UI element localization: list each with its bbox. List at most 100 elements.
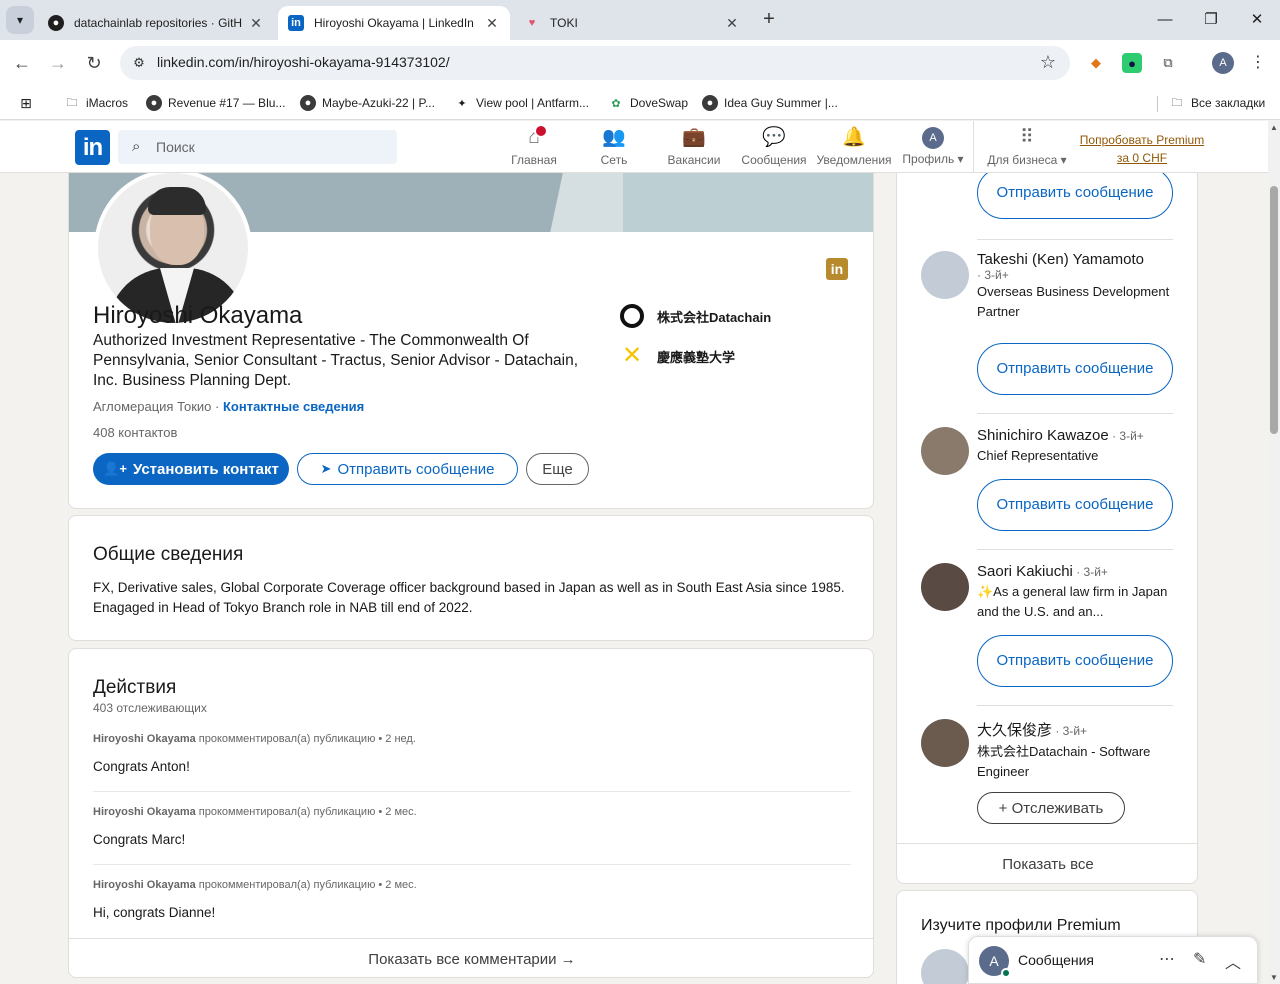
window-close-button[interactable]: ✕ [1245, 8, 1269, 32]
activity-item[interactable]: Hiroyoshi Okayama прокомментировал(а) пу… [93, 879, 851, 920]
messaging-title[interactable]: Сообщения [1018, 952, 1094, 968]
bookmark-azuki[interactable]: ● Maybe-Azuki-22 | P... [300, 93, 435, 113]
activity-meta: Hiroyoshi Okayama прокомментировал(а) пу… [93, 806, 851, 818]
nav-home[interactable]: ⌂ Главная [509, 124, 559, 170]
scroll-thumb[interactable] [1270, 186, 1278, 434]
add-person-icon: 👤+ [103, 461, 127, 476]
bookmark-doveswap[interactable]: ✿ DoveSwap [608, 93, 688, 113]
extension-icon[interactable]: ● [1122, 53, 1142, 73]
back-icon[interactable]: ← [9, 50, 35, 76]
nav-label: Для бизнеса ▾ [987, 153, 1067, 167]
person-name[interactable]: Shinichiro Kawazoe · 3-й+ [977, 427, 1177, 444]
browser-tab-linkedin[interactable]: in Hiroyoshi Okayama | LinkedIn ✕ [278, 6, 510, 40]
reload-icon[interactable]: ↻ [81, 50, 107, 76]
chevron-up-icon[interactable]: ︿ [1225, 949, 1241, 973]
send-message-button[interactable]: ➤ Отправить сообщение [297, 453, 518, 485]
nav-messaging[interactable]: 💬 Сообщения [739, 126, 809, 170]
message-button[interactable]: Отправить сообщение [977, 635, 1173, 687]
bookmark-label: iMacros [86, 96, 129, 110]
connect-button[interactable]: 👤+ Установить контакт [93, 453, 289, 485]
connection-degree: · 3-й+ [977, 268, 1009, 282]
close-icon[interactable]: ✕ [724, 15, 740, 32]
bookmark-antfarm[interactable]: ✦ View pool | Antfarm... [454, 93, 589, 113]
apps-icon[interactable]: ⊞ [18, 93, 40, 113]
activity-author: Hiroyoshi Okayama [93, 733, 196, 745]
premium-text: Попробовать Premium [1079, 133, 1205, 147]
profile-location: Агломерация Токио · Контактные сведения [93, 399, 364, 414]
tab-title: TOKI [550, 16, 578, 30]
avatar[interactable] [921, 949, 969, 984]
message-button[interactable]: Отправить сообщение [977, 167, 1173, 219]
contact-info-link[interactable]: Контактные сведения [223, 399, 364, 414]
bookmark-ideaguy[interactable]: ● Idea Guy Summer |... [702, 93, 838, 113]
search-box[interactable]: ⌕ [118, 130, 397, 164]
bookmark-label: Maybe-Azuki-22 | P... [322, 96, 435, 110]
connections-count[interactable]: 408 контактов [93, 425, 177, 440]
metamask-icon[interactable]: ◆ [1086, 53, 1106, 73]
site-settings-icon[interactable]: ⚙ [130, 54, 148, 72]
nav-business[interactable]: ⠿ Для бизнеса ▾ [984, 126, 1070, 170]
activity-meta: Hiroyoshi Okayama прокомментировал(а) пу… [93, 733, 851, 745]
maximize-button[interactable]: ❐ [1199, 8, 1223, 32]
nav-profile[interactable]: A Профиль ▾ [898, 126, 968, 170]
bookmark-revenue[interactable]: ● Revenue #17 — Blu... [146, 93, 285, 113]
nav-network[interactable]: 👥 Сеть [594, 126, 634, 170]
try-premium-link[interactable]: Попробовать Premium за 0 CHF [1076, 131, 1208, 167]
bookmark-star-icon[interactable]: ☆ [1040, 52, 1056, 73]
all-bookmarks[interactable]: 🗀 Все закладки [1169, 93, 1266, 113]
person-name[interactable]: Saori Kakiuchi · 3-й+ [977, 563, 1177, 580]
close-icon[interactable]: ✕ [484, 15, 500, 32]
nav-jobs[interactable]: 💼 Вакансии [664, 126, 724, 170]
address-bar[interactable]: ⚙ linkedin.com/in/hiroyoshi-okayama-9143… [120, 46, 1070, 80]
puzzle-icon[interactable]: ⧉ [1158, 53, 1178, 73]
linkedin-header: in ⌕ ⌂ Главная 👥 Сеть 💼 Вакансии 💬 Сообщ… [0, 121, 1268, 173]
more-button[interactable]: Еще [526, 453, 589, 485]
connection-degree: · 3-й+ [1052, 724, 1088, 738]
follow-button[interactable]: + Отслеживать [977, 792, 1125, 824]
nav-notifications[interactable]: 🔔 Уведомления [814, 126, 894, 170]
about-text: FX, Derivative sales, Global Corporate C… [93, 580, 845, 615]
new-tab-button[interactable]: + [757, 8, 781, 32]
messaging-overlay[interactable]: A Сообщения ⋯ ✎ ︿ [968, 936, 1258, 984]
linkedin-logo[interactable]: in [75, 130, 110, 165]
minimize-button[interactable]: — [1153, 8, 1177, 32]
avatar[interactable] [921, 719, 969, 767]
browser-tab-github[interactable]: ● datachainlab repositories · GitH ✕ [38, 6, 274, 40]
message-button[interactable]: Отправить сообщение [977, 479, 1173, 531]
more-vert-icon[interactable]: ⋮ [1250, 52, 1266, 72]
forward-icon[interactable]: → [45, 50, 71, 76]
compose-icon[interactable]: ✎ [1193, 949, 1206, 969]
activity-text: Hi, congrats Dianne! [93, 905, 216, 920]
scroll-down-icon[interactable]: ▼ [1270, 973, 1278, 982]
more-horiz-icon[interactable]: ⋯ [1159, 949, 1175, 969]
activity-item[interactable]: Hiroyoshi Okayama прокомментировал(а) пу… [93, 806, 851, 847]
show-all-button[interactable]: Показать все [897, 843, 1197, 883]
scroll-up-icon[interactable]: ▲ [1270, 123, 1278, 132]
tab-search-button[interactable]: ▾ [6, 6, 34, 34]
url-text[interactable]: linkedin.com/in/hiroyoshi-okayama-914373… [157, 54, 450, 70]
tab-title: Hiroyoshi Okayama | LinkedIn [314, 16, 474, 30]
people-icon: 👥 [602, 127, 626, 148]
message-button[interactable]: Отправить сообщение [977, 343, 1173, 395]
person-name-text: Saori Kakiuchi [977, 563, 1073, 580]
nav-label: Профиль ▾ [902, 152, 964, 166]
activity-item[interactable]: Hiroyoshi Okayama прокомментировал(а) пу… [93, 733, 851, 774]
person-name[interactable]: Takeshi (Ken) Yamamoto [977, 251, 1177, 268]
org-datachain[interactable]: 株式会社Datachain [619, 303, 771, 329]
browser-tab-toki[interactable]: ♥ TOKI ✕ [514, 6, 750, 40]
page-scrollbar[interactable]: ▲ ▼ [1268, 121, 1280, 984]
person-name[interactable]: 大久保俊彦 · 3-й+ [977, 719, 1177, 740]
avatar[interactable] [921, 427, 969, 475]
nav-label: Вакансии [667, 153, 721, 167]
site-icon: ✦ [457, 97, 467, 110]
close-icon[interactable]: ✕ [248, 15, 264, 32]
avatar[interactable] [921, 251, 969, 299]
connection-degree: · 3-й+ [1108, 429, 1144, 443]
search-input[interactable] [156, 130, 386, 164]
bookmark-imacros[interactable]: 🗀 iMacros [64, 93, 129, 113]
followers-count: 403 отслеживающих [93, 701, 207, 715]
show-all-comments-button[interactable]: Показать все комментарии → [69, 938, 873, 977]
avatar[interactable] [921, 563, 969, 611]
browser-profile-avatar[interactable]: A [1212, 52, 1234, 74]
org-keio[interactable]: ✕ 慶應義塾大学 [619, 343, 735, 369]
